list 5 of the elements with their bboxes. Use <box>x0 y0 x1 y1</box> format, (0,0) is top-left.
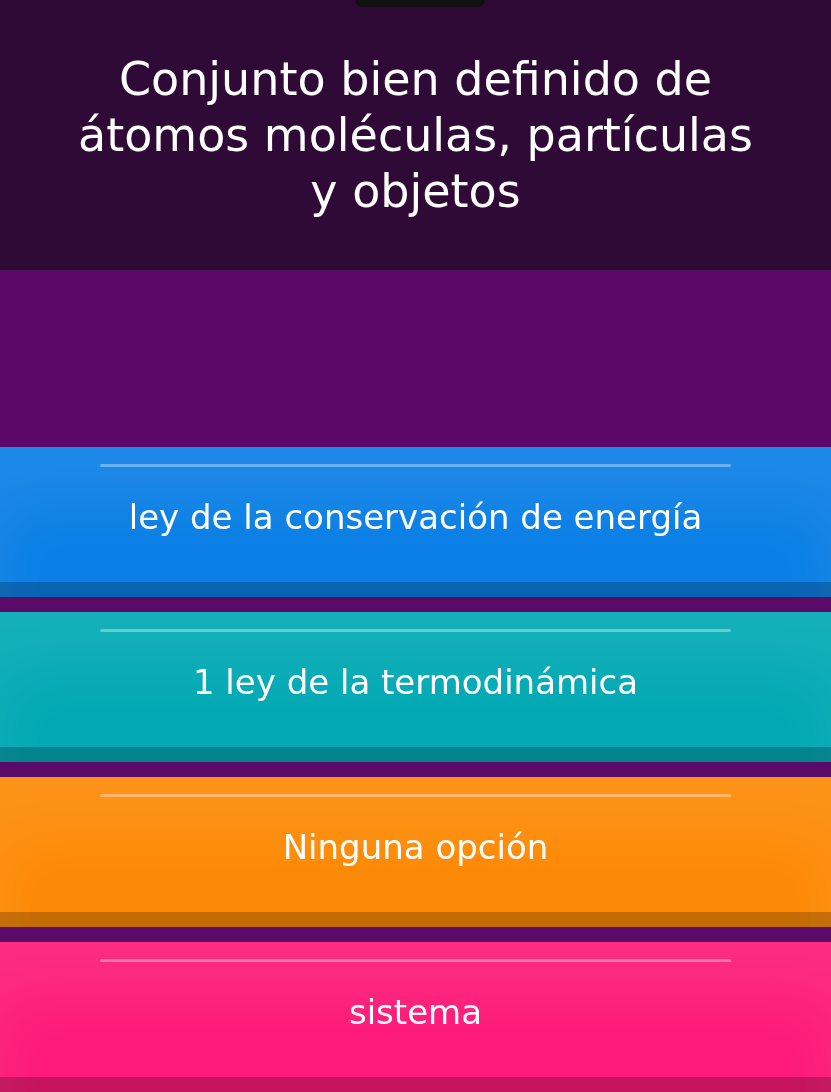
answer-button[interactable]: 1 ley de la termodinámica <box>0 612 831 762</box>
question-text: Conjunto bien definido de átomos moléculas, partículas y objetos <box>76 50 755 219</box>
answer-button[interactable]: ley de la conservación de energía <box>0 447 831 597</box>
answer-button[interactable]: Ninguna opción <box>0 777 831 927</box>
answer-button[interactable]: sistema <box>0 942 831 1092</box>
